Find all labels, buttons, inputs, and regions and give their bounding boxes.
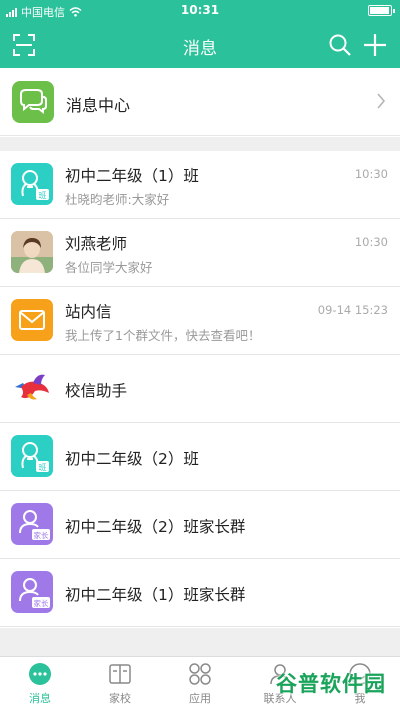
- svg-text:班: 班: [39, 462, 47, 472]
- apps-tab-icon: [189, 663, 211, 685]
- tab-label: 家校: [109, 692, 131, 705]
- chevron-right-icon: [376, 92, 386, 114]
- svg-text:家长: 家长: [34, 598, 49, 608]
- bird-logo-icon: [11, 367, 53, 409]
- parent-group-icon: 家长: [11, 503, 53, 545]
- search-icon[interactable]: [326, 31, 354, 59]
- home-school-tab-icon: [109, 664, 131, 684]
- class-group-icon: 班: [11, 163, 53, 205]
- chat-bubble-icon: [12, 81, 54, 123]
- conversation-row[interactable]: 班 初中二年级（2）班: [0, 423, 400, 491]
- conversation-row[interactable]: 班 初中二年级（1）班 杜晓昀老师:大家好 10:30: [0, 151, 400, 219]
- class-group-icon: 班: [11, 435, 53, 477]
- conversation-preview: 我上传了1个群文件，快去查看吧！: [65, 328, 261, 343]
- conversation-time: 10:30: [354, 167, 388, 181]
- conversation-title: 刘燕老师: [65, 235, 128, 253]
- conversation-row[interactable]: 家长 初中二年级（1）班家长群: [0, 559, 400, 627]
- status-time: 10:31: [180, 3, 220, 17]
- mail-icon: [11, 299, 53, 341]
- message-center-label: 消息中心: [66, 96, 131, 115]
- conversation-title: 站内信: [65, 303, 112, 321]
- conversation-title: 校信助手: [65, 382, 128, 400]
- conversation-title: 初中二年级（2）班: [65, 450, 199, 468]
- section-divider: [0, 137, 400, 151]
- conversation-row[interactable]: 校信助手: [0, 355, 400, 423]
- conversation-time: 09-14 15:23: [317, 303, 388, 317]
- list-bottom-spacer: [0, 628, 400, 656]
- tab-label: 应用: [189, 692, 211, 705]
- svg-text:家长: 家长: [34, 530, 49, 540]
- status-bar: 中国电信 10:31: [0, 0, 400, 22]
- tab-label: 消息: [29, 692, 51, 705]
- conversation-title: 初中二年级（1）班: [65, 167, 199, 185]
- conversation-time: 10:30: [354, 235, 388, 249]
- nav-bar: 消息: [0, 22, 400, 68]
- teacher-avatar-photo: [11, 231, 53, 273]
- conversation-row[interactable]: 刘燕老师 各位同学大家好 10:30: [0, 219, 400, 287]
- svg-text:班: 班: [39, 190, 47, 200]
- add-icon[interactable]: [361, 31, 389, 59]
- conversation-preview: 杜晓昀老师:大家好: [65, 192, 170, 207]
- tab-apps[interactable]: 应用: [160, 657, 240, 710]
- conversation-title: 初中二年级（1）班家长群: [65, 586, 246, 604]
- message-center-row[interactable]: 消息中心: [0, 68, 400, 136]
- battery-icon: [368, 5, 395, 16]
- conversation-row[interactable]: 站内信 我上传了1个群文件，快去查看吧！ 09-14 15:23: [0, 287, 400, 355]
- conversation-preview: 各位同学大家好: [65, 260, 153, 275]
- tab-messages[interactable]: 消息: [0, 657, 80, 710]
- message-tab-icon: [29, 663, 51, 685]
- conversation-row[interactable]: 家长 初中二年级（2）班家长群: [0, 491, 400, 559]
- parent-group-icon: 家长: [11, 571, 53, 613]
- conversation-title: 初中二年级（2）班家长群: [65, 518, 246, 536]
- watermark: 谷普软件园: [268, 665, 394, 701]
- tab-home-school[interactable]: 家校: [80, 657, 160, 710]
- watermark-text: 谷普软件园: [276, 672, 386, 696]
